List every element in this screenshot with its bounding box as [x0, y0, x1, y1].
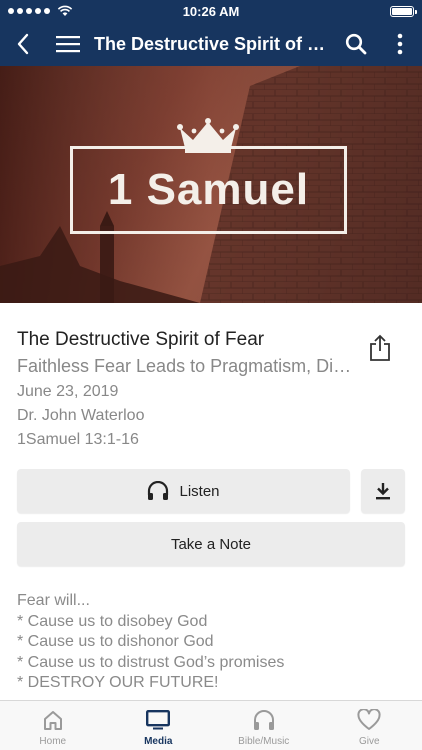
sermon-description: Fear will... * Cause us to disobey God *…: [17, 591, 407, 694]
take-note-button[interactable]: Take a Note: [17, 522, 405, 566]
menu-button[interactable]: [46, 22, 90, 66]
page-title: The Destructive Spirit of Fear: [94, 33, 334, 54]
sermon-date: June 23, 2019: [17, 383, 119, 400]
tab-bible-music[interactable]: Bible/Music: [211, 701, 317, 750]
tv-icon: [146, 710, 171, 730]
tab-label: Media: [144, 736, 173, 747]
sermon-title: The Destructive Spirit of Fear: [17, 329, 265, 350]
chevron-left-icon: [17, 33, 29, 55]
share-icon: [370, 334, 390, 361]
nav-bar: The Destructive Spirit of Fear: [0, 22, 422, 66]
tab-label: Give: [358, 736, 380, 747]
description-line: Fear will...: [17, 592, 90, 609]
signal-strength-icon: [8, 5, 73, 17]
download-button[interactable]: [361, 469, 405, 513]
description-line: * Cause us to distrust God’s promises: [17, 653, 285, 671]
wifi-icon: [57, 5, 73, 16]
heart-icon: [357, 709, 381, 730]
more-vertical-icon: [397, 33, 403, 55]
search-icon: [345, 33, 367, 55]
listen-button[interactable]: Listen: [17, 469, 350, 513]
sermon-speaker: Dr. John Waterloo: [17, 407, 145, 424]
home-icon: [43, 711, 62, 730]
download-icon: [376, 483, 390, 500]
more-options-button[interactable]: [378, 22, 422, 66]
tab-give[interactable]: Give: [317, 701, 422, 750]
headphones-icon: [148, 481, 169, 500]
tab-label: Bible/Music: [238, 736, 290, 747]
share-button[interactable]: [362, 330, 398, 366]
sermon-info: The Destructive Spirit of Fear Faithless…: [17, 328, 357, 451]
tab-label: Home: [39, 736, 67, 747]
description-line: * Cause us to dishonor God: [17, 633, 214, 650]
search-button[interactable]: [334, 22, 378, 66]
battery-icon: [390, 5, 417, 17]
sermon-subtitle: Faithless Fear Leads to Pragmatism, Diso…: [17, 356, 352, 376]
tab-home[interactable]: Home: [0, 701, 106, 750]
description-line: * Cause us to disobey God: [17, 612, 208, 630]
series-title: 1 Samuel: [107, 165, 310, 214]
description-line: * DESTROY OUR FUTURE!: [17, 674, 219, 691]
tab-media[interactable]: Media: [106, 701, 212, 750]
sermon-artwork: 1 Samuel: [0, 66, 422, 303]
sermon-scripture: 1Samuel 13:1-16: [17, 431, 139, 448]
status-bar: 10:26 AM: [0, 0, 422, 22]
headphones-icon: [253, 710, 274, 730]
listen-label: Listen: [179, 482, 220, 500]
take-note-label: Take a Note: [170, 535, 252, 553]
back-button[interactable]: [0, 22, 46, 66]
tab-bar: Home Media Bible/Music Give: [0, 700, 422, 750]
hamburger-icon: [56, 36, 80, 53]
